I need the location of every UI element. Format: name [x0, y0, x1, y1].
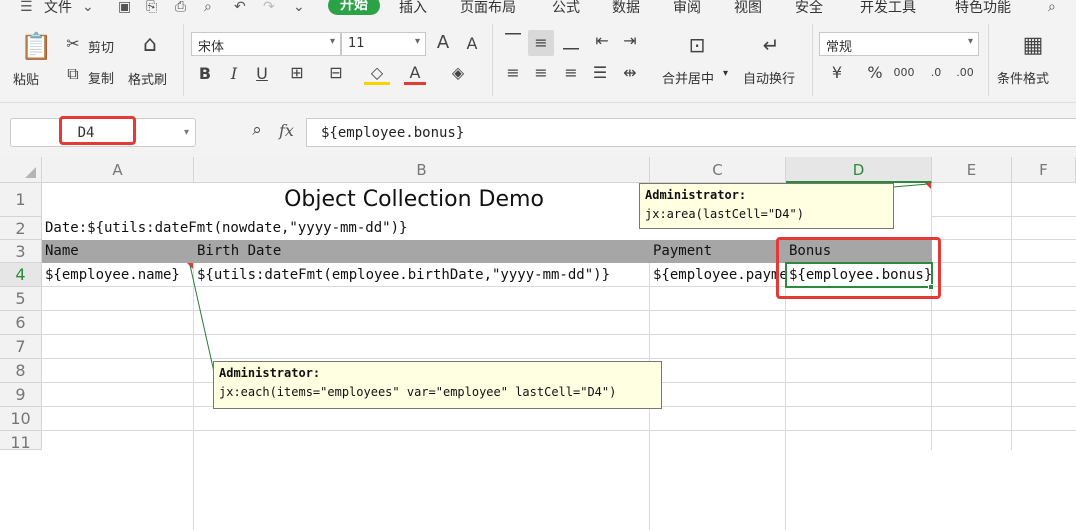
- italic-icon[interactable]: I: [225, 65, 243, 83]
- merge-center-icon[interactable]: ⊡: [683, 32, 711, 58]
- chevron-down-icon[interactable]: ⌄: [82, 0, 98, 14]
- thousands-icon[interactable]: 000: [893, 64, 915, 82]
- decrease-font-icon[interactable]: A: [461, 35, 483, 53]
- align-center-icon[interactable]: ≡: [530, 64, 552, 82]
- wrap-text-icon[interactable]: ↵: [757, 32, 785, 58]
- tab-security[interactable]: 安全: [795, 0, 823, 17]
- search-icon[interactable]: ⌕: [1048, 0, 1068, 14]
- indent-decrease-icon[interactable]: ⇤: [591, 32, 613, 50]
- underline-icon[interactable]: U: [253, 65, 271, 83]
- function-fx-icon[interactable]: fx: [279, 121, 294, 140]
- justify-icon[interactable]: ☰: [589, 64, 611, 82]
- align-right-icon[interactable]: ≡: [560, 64, 582, 82]
- tab-developer[interactable]: 开发工具: [860, 0, 916, 17]
- paste-icon[interactable]: 📋: [20, 32, 52, 62]
- conditional-format-button[interactable]: 条件格式: [997, 68, 1049, 87]
- font-name-select[interactable]: 宋体 ▾: [191, 32, 341, 56]
- font-color-icon[interactable]: A: [404, 64, 426, 85]
- currency-icon[interactable]: ¥: [823, 64, 851, 82]
- paste-button[interactable]: 粘贴: [13, 69, 39, 88]
- undo-icon[interactable]: ↶: [234, 0, 250, 14]
- increase-decimal-icon[interactable]: .0: [925, 64, 947, 82]
- print-preview-icon[interactable]: ⌕: [204, 0, 220, 14]
- wrap-text-button[interactable]: 自动换行: [743, 68, 795, 87]
- align-left-icon[interactable]: ≡: [502, 64, 524, 82]
- chevron-down-icon[interactable]: ▾: [723, 68, 728, 79]
- separator: [183, 24, 184, 96]
- menu-bar: ☰ 文件 ⌄ ▣ ⎘ ⎙ ⌕ ↶ ↷ ⌄ 开始 插入 页面布局 公式 数据 审阅…: [0, 0, 1076, 18]
- cell-fill-icon[interactable]: ⊟: [323, 64, 349, 82]
- tab-view[interactable]: 视图: [734, 0, 762, 17]
- hamburger-icon[interactable]: ☰: [20, 0, 36, 14]
- tab-review[interactable]: 审阅: [673, 0, 701, 17]
- percent-icon[interactable]: %: [864, 64, 886, 82]
- tab-page-layout[interactable]: 页面布局: [460, 0, 516, 17]
- indent-increase-icon[interactable]: ⇥: [619, 32, 641, 50]
- name-box-highlight: [59, 116, 136, 145]
- tab-data[interactable]: 数据: [612, 0, 640, 17]
- distribute-icon[interactable]: ⇹: [619, 64, 641, 82]
- align-middle-icon[interactable]: ≡: [528, 30, 554, 56]
- separator: [492, 24, 493, 96]
- conditional-format-icon[interactable]: ▦: [1018, 32, 1048, 60]
- tab-formulas[interactable]: 公式: [552, 0, 580, 17]
- chevron-down-icon: ▾: [329, 36, 335, 47]
- border-icon[interactable]: ⊞: [284, 64, 310, 82]
- formula-input[interactable]: ${employee.bonus}: [306, 118, 1076, 147]
- align-top-icon[interactable]: ⎺: [502, 32, 524, 50]
- cut-button[interactable]: 剪切: [88, 37, 114, 56]
- spreadsheet-grid[interactable]: A B C D E F 1 2 3 4 5 6 7 8 9 10 11 Obje…: [0, 157, 1076, 530]
- format-painter-icon[interactable]: ⌂: [138, 32, 162, 58]
- decrease-decimal-icon[interactable]: .00: [954, 64, 976, 82]
- separator: [812, 24, 813, 96]
- comment-text: jx:area(lastCell="D4"): [645, 207, 804, 221]
- tab-home[interactable]: 开始: [328, 0, 380, 15]
- export-icon[interactable]: ⎘: [146, 0, 162, 14]
- comment-box-each[interactable]: Administrator: jx:each(items="employees"…: [213, 361, 662, 409]
- comment-author: Administrator:: [219, 366, 321, 380]
- copy-button[interactable]: 复制: [88, 68, 114, 87]
- comment-author: Administrator:: [645, 188, 747, 202]
- separator: [988, 24, 989, 96]
- ribbon-toolbar: 📋 粘贴 ✂ 剪切 ⧉ 复制 ⌂ 格式刷 宋体 ▾ 11 ▾ A A B I U…: [0, 18, 1076, 103]
- eraser-icon[interactable]: ◈: [445, 64, 471, 82]
- tab-features[interactable]: 特色功能: [955, 0, 1011, 17]
- comment-text: jx:each(items="employees" var="employee"…: [219, 385, 617, 399]
- print-icon[interactable]: ⎙: [175, 0, 191, 14]
- more-icon[interactable]: ⌄: [293, 0, 309, 14]
- comment-box-area[interactable]: Administrator: jx:area(lastCell="D4"): [639, 183, 894, 229]
- tab-insert[interactable]: 插入: [399, 0, 427, 17]
- zoom-search-icon[interactable]: ⌕: [246, 121, 268, 139]
- bold-icon[interactable]: B: [196, 65, 214, 83]
- font-size-select[interactable]: 11 ▾: [341, 32, 426, 56]
- formula-text: ${employee.bonus}: [321, 125, 465, 141]
- formula-bar: D4 ▾ ⌕ fx ${employee.bonus}: [0, 103, 1076, 157]
- font-name-value: 宋体: [198, 40, 225, 55]
- number-format-select[interactable]: 常规 ▾: [819, 32, 979, 56]
- chevron-down-icon[interactable]: ▾: [184, 127, 189, 138]
- copy-icon[interactable]: ⧉: [64, 65, 82, 83]
- number-format-value: 常规: [826, 40, 853, 55]
- menu-file[interactable]: 文件: [44, 0, 72, 17]
- redo-icon[interactable]: ↷: [263, 0, 279, 14]
- fill-color-icon[interactable]: ◇: [364, 64, 390, 85]
- save-icon[interactable]: ▣: [118, 0, 134, 14]
- font-size-value: 11: [348, 36, 365, 51]
- chevron-down-icon: ▾: [414, 36, 420, 47]
- increase-font-icon[interactable]: A: [432, 34, 454, 52]
- merge-center-button[interactable]: 合并居中: [662, 68, 714, 87]
- format-painter-button[interactable]: 格式刷: [128, 69, 167, 88]
- chevron-down-icon: ▾: [967, 36, 973, 47]
- align-bottom-icon[interactable]: ⎽: [560, 32, 582, 50]
- scissors-icon[interactable]: ✂: [64, 35, 82, 53]
